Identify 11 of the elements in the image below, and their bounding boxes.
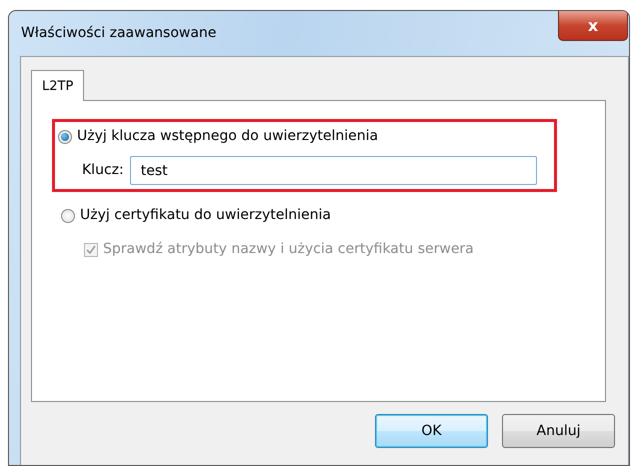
tab[interactable]: L2TP: [31, 70, 84, 101]
radio-button[interactable]: [58, 130, 72, 144]
radio-button[interactable]: [61, 208, 75, 222]
key-input-field[interactable]: test: [130, 156, 537, 185]
radio-label[interactable]: Użyj certyfikatu do uwierzytelnienia: [80, 205, 331, 226]
ok-button[interactable]: OK: [375, 414, 488, 448]
cancel-button[interactable]: Anuluj: [502, 414, 615, 448]
close-button[interactable]: x: [558, 11, 628, 41]
radio-label[interactable]: Użyj klucza wstępnego do uwierzytelnienia: [77, 126, 378, 147]
window-title: Właściwości zaawansowane: [21, 24, 216, 43]
field-label: Klucz:: [82, 161, 124, 180]
